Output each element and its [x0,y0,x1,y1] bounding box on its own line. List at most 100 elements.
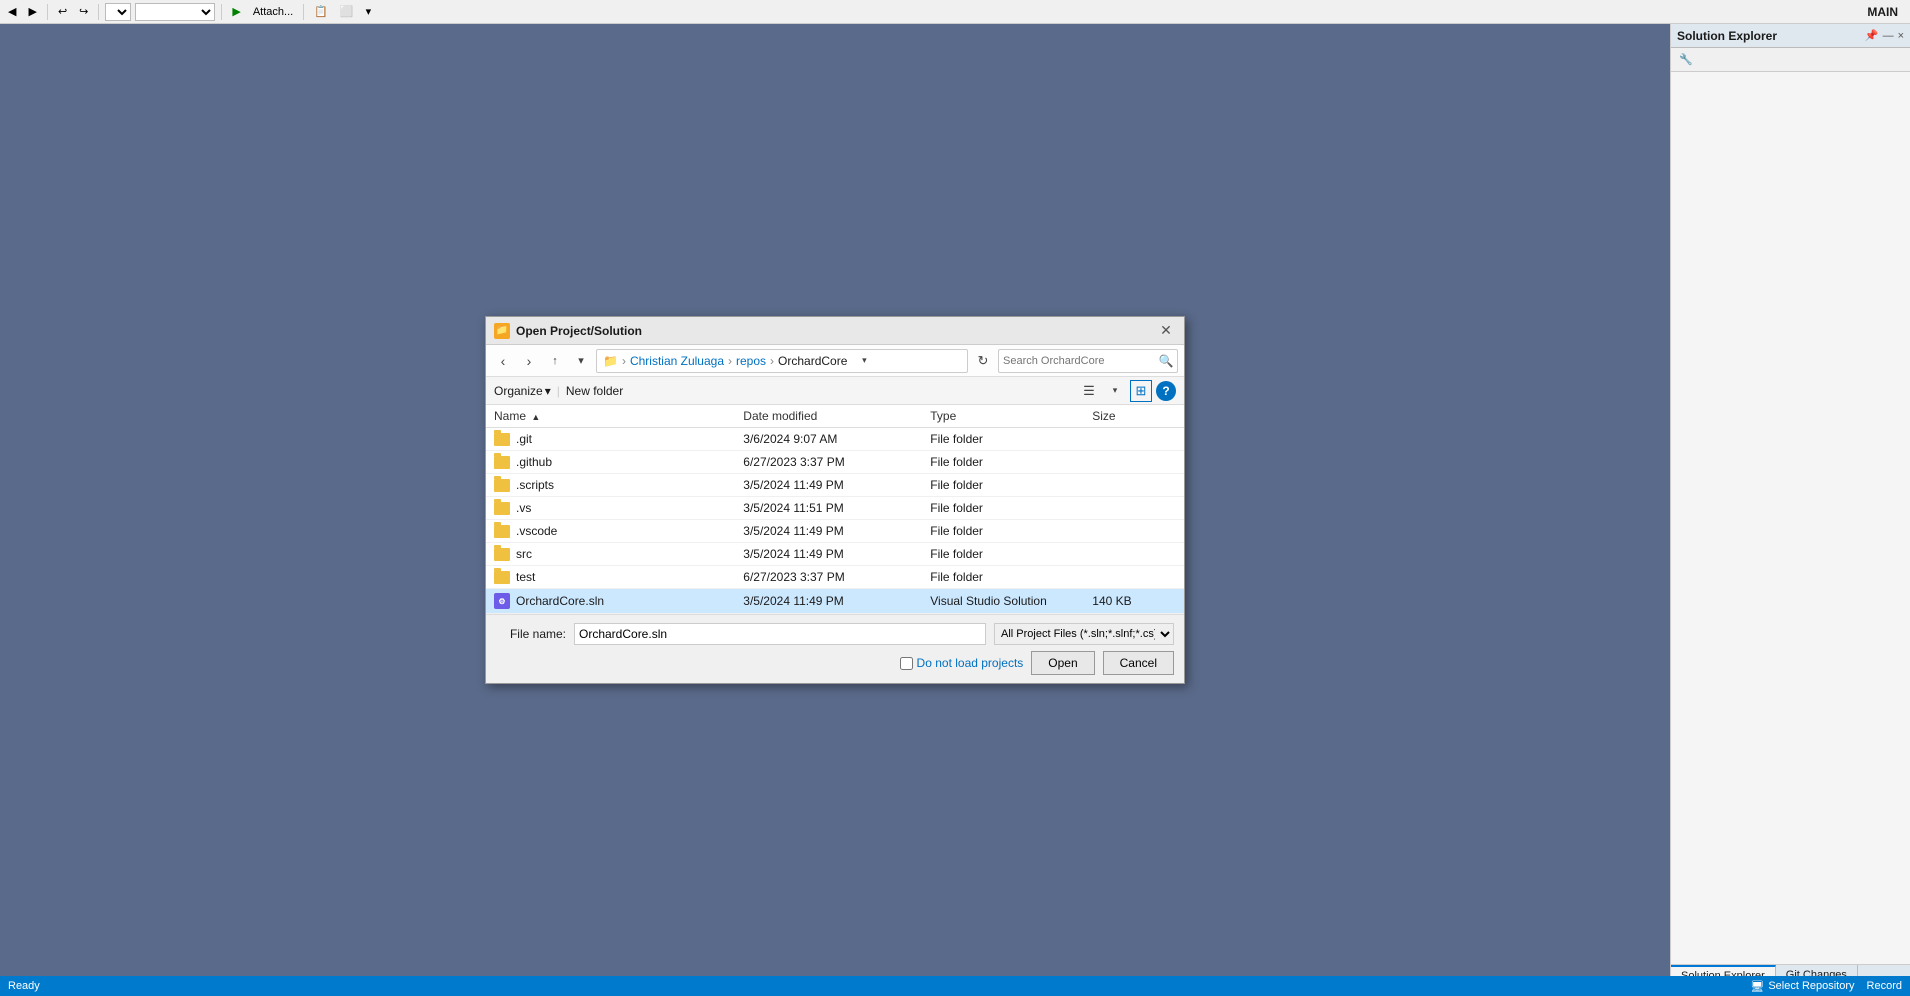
file-date: 3/5/2024 11:49 PM [735,520,922,543]
do-not-load-label[interactable]: Do not load projects [900,656,1024,670]
toolbar-btn-7[interactable]: ▾ [362,2,376,22]
file-date: 3/5/2024 11:49 PM [735,589,922,614]
col-header-date[interactable]: Date modified [735,405,922,428]
nav-refresh-btn[interactable]: ↻ [972,350,994,372]
file-size [1084,566,1184,589]
table-row[interactable]: ⚙ OrchardCore.sln 3/5/2024 11:49 PMVisual … [486,589,1184,614]
breadcrumb-item-1[interactable]: repos [736,354,766,368]
new-folder-btn[interactable]: New folder [566,384,623,398]
file-table-container: Name ▲ Date modified Type Size .git3/6/2… [486,405,1184,614]
search-box: 🔍 [998,349,1178,373]
file-controls-bar: Organize ▾ | New folder ☰ ▾ ⊞ ? [486,377,1184,405]
main-toolbar: ◀ ▶ ↩ ↪ ▶ Attach... 📋 ⬜ ▾ MAIN [0,0,1910,24]
toolbar-btn-3[interactable]: ↩ [54,2,71,22]
dialog-title-left: 📁 Open Project/Solution [494,323,642,339]
file-size [1084,428,1184,451]
solution-explorer-title: Solution Explorer [1677,29,1777,43]
view-list-btn[interactable]: ☰ [1078,380,1100,402]
table-row[interactable]: .git3/6/2024 9:07 AMFile folder [486,428,1184,451]
file-size [1084,543,1184,566]
file-name: OrchardCore.sln [516,594,604,608]
open-btn[interactable]: Open [1031,651,1094,675]
breadcrumb-folder-icon: 📁 [603,354,618,368]
nav-forward-btn[interactable]: › [518,350,540,372]
se-pin-btn[interactable]: 📌 [1865,29,1879,42]
table-row[interactable]: .github6/27/2023 3:37 PMFile folder [486,451,1184,474]
folder-icon [494,548,510,561]
file-size: 140 KB [1084,589,1184,614]
file-date: 3/6/2024 9:07 AM [735,428,922,451]
toolbar-btn-2[interactable]: ▶ [24,2,40,22]
table-row[interactable]: .vscode3/5/2024 11:49 PMFile folder [486,520,1184,543]
file-table: Name ▲ Date modified Type Size .git3/6/2… [486,405,1184,614]
file-name: src [516,547,532,561]
folder-icon [494,456,510,469]
toolbar-dropdown-1[interactable] [105,3,131,21]
file-view-controls: ☰ ▾ ⊞ ? [1078,380,1176,402]
help-btn[interactable]: ? [1156,381,1176,401]
file-date: 3/5/2024 11:51 PM [735,497,922,520]
file-date: 3/5/2024 11:49 PM [735,474,922,497]
start-button[interactable]: ▶ [228,2,244,22]
file-name: test [516,570,535,584]
file-type: Visual Studio Solution [922,589,1084,614]
table-row[interactable]: .scripts3/5/2024 11:49 PMFile folder [486,474,1184,497]
toolbar-btn-5[interactable]: 📋 [310,2,332,22]
filename-input[interactable] [574,623,986,645]
toolbar-btn-4[interactable]: ↪ [75,2,92,22]
col-header-name[interactable]: Name ▲ [486,405,735,428]
record-label[interactable]: Record [1867,980,1902,992]
toolbar-btn-1[interactable]: ◀ [4,2,20,22]
col-header-type[interactable]: Type [922,405,1084,428]
file-name: .github [516,455,552,469]
sln-icon: ⚙ [494,593,510,609]
status-ready: Ready [8,980,40,992]
table-row[interactable]: src3/5/2024 11:49 PMFile folder [486,543,1184,566]
search-button[interactable]: 🔍 [1155,350,1177,372]
breadcrumb-item-0[interactable]: Christian Zuluaga [630,354,724,368]
breadcrumb-dropdown-btn[interactable]: ▾ [853,350,875,372]
file-table-body: .git3/6/2024 9:07 AMFile folder.github6/… [486,428,1184,614]
file-type: File folder [922,497,1084,520]
folder-icon [494,433,510,446]
solution-explorer-header: Solution Explorer 📌 — × [1671,24,1910,48]
se-minimize-btn[interactable]: — [1883,29,1894,42]
filetype-dropdown[interactable]: All Project Files (*.sln;*.slnf;*.cs) [994,623,1174,645]
file-type: File folder [922,520,1084,543]
folder-icon [494,502,510,515]
dialog-footer: File name: All Project Files (*.sln;*.sl… [486,614,1184,683]
dialog-title-bar: 📁 Open Project/Solution ✕ [486,317,1184,345]
se-close-btn[interactable]: × [1898,29,1904,42]
toolbar-sep-1 [47,4,48,20]
table-row[interactable]: .vs3/5/2024 11:51 PMFile folder [486,497,1184,520]
se-toolbar: 🔧 [1671,48,1910,72]
nav-recent-btn[interactable]: ▾ [570,350,592,372]
nav-up-btn[interactable]: ↑ [544,350,566,372]
toolbar-sep-3 [221,4,222,20]
file-date: 6/27/2023 3:37 PM [735,566,922,589]
breadcrumb-current: OrchardCore [778,354,847,368]
dialog-close-btn[interactable]: ✕ [1156,321,1176,341]
search-input[interactable] [999,355,1155,367]
file-size [1084,474,1184,497]
organize-chevron: ▾ [545,384,551,398]
table-row[interactable]: test 6/27/2023 3:37 PMFile folder [486,566,1184,589]
col-header-size[interactable]: Size [1084,405,1184,428]
select-repo-label: Select Repository [1768,980,1854,992]
view-dropdown-btn[interactable]: ▾ [1104,380,1126,402]
nav-back-btn[interactable]: ‹ [492,350,514,372]
filename-row: File name: All Project Files (*.sln;*.sl… [496,623,1174,645]
file-size [1084,497,1184,520]
cancel-btn[interactable]: Cancel [1103,651,1174,675]
file-type: File folder [922,566,1084,589]
view-grid-btn[interactable]: ⊞ [1130,380,1152,402]
status-bar: Ready 🖥 Select Repository Record [0,976,1910,996]
attach-button[interactable]: Attach... [249,2,297,22]
organize-btn[interactable]: Organize ▾ [494,384,551,398]
file-date: 3/5/2024 11:49 PM [735,543,922,566]
toolbar-btn-6[interactable]: ⬜ [336,2,358,22]
do-not-load-checkbox[interactable] [900,657,913,670]
se-wrench-btn[interactable]: 🔧 [1675,50,1697,70]
toolbar-dropdown-2[interactable] [135,3,215,21]
select-repo-area[interactable]: 🖥 Select Repository [1750,980,1854,993]
